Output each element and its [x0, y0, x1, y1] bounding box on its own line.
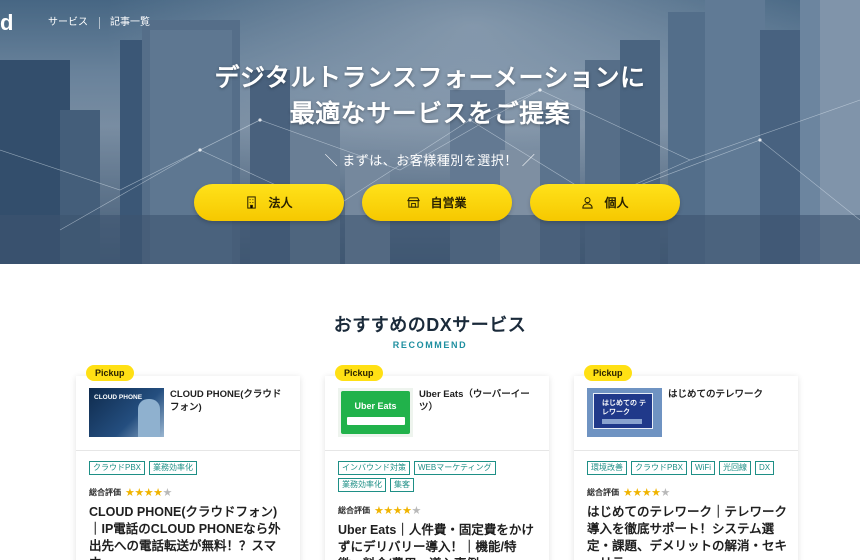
self-employed-button[interactable]: 自営業	[362, 184, 512, 221]
service-thumbnail[interactable]: Uber Eats	[338, 388, 413, 437]
rating-label: 総合評価	[338, 506, 370, 515]
person-photo	[138, 399, 160, 437]
tag[interactable]: インバウンド対策	[338, 461, 410, 475]
hero-banner: d サービス 記事一覧 デジタルトランスフォーメーションに 最適なサービスをご提…	[0, 0, 860, 264]
star-rating-icon: ★★★★★	[125, 487, 172, 499]
service-card-telework[interactable]: Pickup はじめての テレワーク はじめてのテレワーク 環境改善 クラウドP…	[574, 365, 798, 560]
rating-label: 総合評価	[587, 488, 619, 497]
network-lines-decoration	[0, 88, 860, 231]
shop-icon	[407, 197, 421, 208]
rating-row: 総合評価 ★★★★★	[89, 486, 172, 499]
thumbnail-title: はじめての テレワーク	[602, 400, 646, 416]
thumbnail-caption-decoration	[602, 419, 642, 424]
tag[interactable]: 光回線	[719, 461, 752, 475]
rating-row: 総合評価 ★★★★★	[338, 504, 421, 517]
tag-list: 環境改善 クラウドPBX WiFi 光回線 DX	[587, 461, 787, 475]
service-description[interactable]: はじめてのテレワーク｜テレワーク導入を徹底サポート！システム選定・課題、デメリッ…	[587, 504, 787, 560]
section-subtitle: RECOMMEND	[392, 340, 468, 350]
service-name[interactable]: Uber Eats（ウーバーイーツ）	[419, 388, 539, 414]
thumbnail-title: CLOUD PHONE	[94, 394, 143, 401]
star-rating-icon: ★★★★★	[374, 505, 421, 517]
hero-title-line1: デジタルトランスフォーメーションに	[214, 64, 646, 92]
corporate-button-label: 法人	[268, 196, 293, 210]
nav-item-articles[interactable]: 記事一覧	[110, 17, 161, 29]
service-description[interactable]: Uber Eats｜人件費・固定費をかけずにデリバリー導入！｜機能/特徴・料金/…	[338, 522, 538, 560]
thumbnail-background: はじめての テレワーク	[593, 393, 653, 429]
tag-list: インバウンド対策 WEBマーケティング 業務効率化 集客	[338, 461, 538, 492]
service-card-cloud-phone[interactable]: Pickup CLOUD PHONE CLOUD PHONE(クラウドフォン) …	[76, 365, 300, 560]
person-icon	[582, 197, 594, 209]
card-divider	[325, 450, 549, 451]
pickup-badge: Pickup	[335, 365, 383, 381]
site-logo[interactable]: d	[0, 12, 13, 34]
corporate-button[interactable]: 法人	[194, 184, 344, 221]
tag[interactable]: クラウドPBX	[631, 461, 688, 475]
top-navigation: サービス 記事一覧	[48, 17, 171, 29]
tag-list: クラウドPBX 業務効率化	[89, 461, 289, 475]
tag[interactable]: 環境改善	[587, 461, 627, 475]
tag[interactable]: 集客	[390, 478, 414, 492]
building-icon	[247, 196, 257, 209]
rating-label: 総合評価	[89, 488, 121, 497]
hero-title-line2: 最適なサービスをご提案	[289, 100, 571, 128]
rating-row: 総合評価 ★★★★★	[587, 486, 670, 499]
nav-item-services[interactable]: サービス	[48, 17, 100, 29]
thumbnail-caption-decoration	[94, 406, 128, 411]
service-description[interactable]: CLOUD PHONE(クラウドフォン)｜IP電話のCLOUD PHONEなら外…	[89, 504, 289, 560]
card-divider	[574, 450, 798, 451]
thumbnail-background: Uber Eats	[341, 391, 410, 434]
hero-title: デジタルトランスフォーメーションに 最適なサービスをご提案	[0, 60, 860, 132]
self-employed-button-label: 自営業	[430, 196, 467, 210]
tag[interactable]: クラウドPBX	[89, 461, 146, 475]
card-divider	[76, 450, 300, 451]
thumbnail-title: Uber Eats	[354, 401, 397, 411]
tag[interactable]: WiFi	[691, 461, 716, 475]
star-rating-icon: ★★★★★	[623, 487, 670, 499]
pickup-badge: Pickup	[584, 365, 632, 381]
service-thumbnail[interactable]: CLOUD PHONE	[89, 388, 164, 437]
service-name[interactable]: はじめてのテレワーク	[668, 388, 788, 401]
service-thumbnail[interactable]: はじめての テレワーク	[587, 388, 662, 437]
tag[interactable]: 業務効率化	[149, 461, 198, 475]
thumbnail-caption-decoration	[347, 417, 405, 425]
service-name[interactable]: CLOUD PHONE(クラウドフォン)	[170, 388, 290, 414]
pickup-badge: Pickup	[86, 365, 134, 381]
customer-type-buttons: 法人 自営業 個人	[194, 184, 680, 221]
service-card-uber-eats[interactable]: Pickup Uber Eats Uber Eats（ウーバーイーツ） インバウ…	[325, 365, 549, 560]
tag[interactable]: WEBマーケティング	[414, 461, 496, 475]
individual-button[interactable]: 個人	[530, 184, 680, 221]
tag[interactable]: DX	[755, 461, 775, 475]
section-title: おすすめのDXサービス	[333, 315, 527, 335]
individual-button-label: 個人	[604, 196, 629, 210]
tag[interactable]: 業務効率化	[338, 478, 386, 492]
hero-subtitle: ＼ まずは、お客様種別を選択！ ／	[324, 153, 536, 168]
